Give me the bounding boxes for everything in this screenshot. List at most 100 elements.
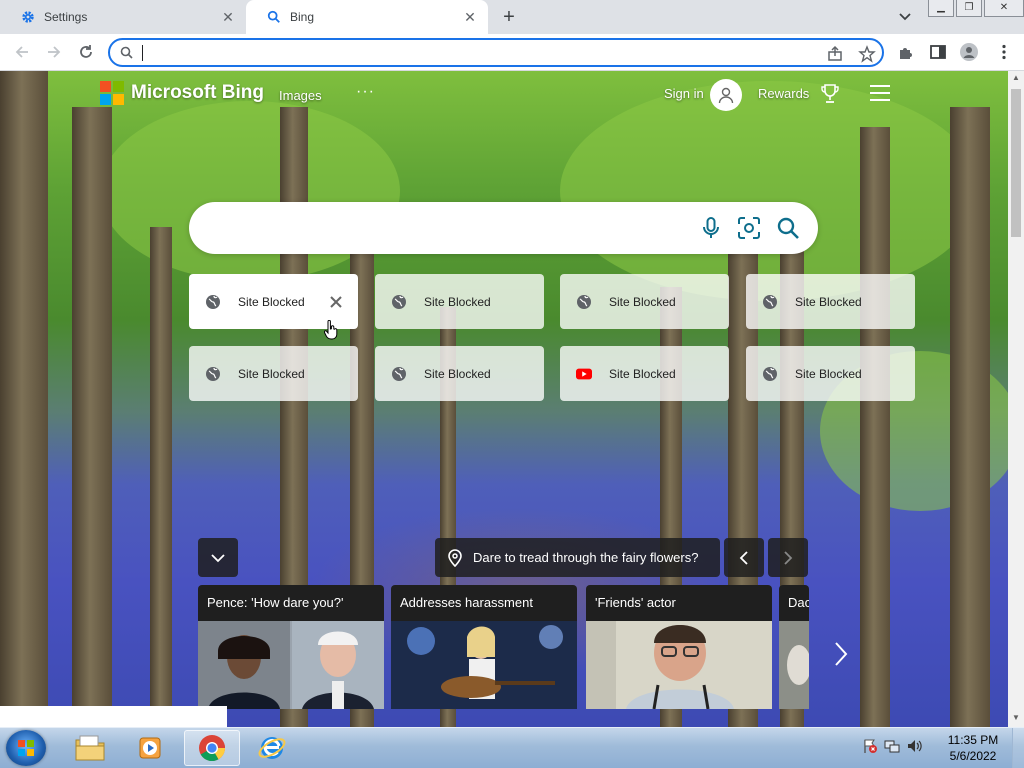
tile-label: Site Blocked: [609, 366, 676, 381]
tile-label: Site Blocked: [424, 294, 491, 309]
news-card[interactable]: Addresses harassment: [391, 585, 577, 709]
restore-button[interactable]: ❐: [956, 0, 982, 17]
tile-label: Site Blocked: [795, 294, 862, 309]
tile-label: Site Blocked: [795, 366, 862, 381]
remove-tile-icon[interactable]: [328, 294, 344, 310]
user-avatar-icon[interactable]: [710, 79, 742, 111]
quick-link-tile[interactable]: Site Blocked: [375, 274, 544, 329]
youtube-icon: [576, 366, 592, 382]
bing-logo[interactable]: Microsoft Bing: [100, 81, 264, 105]
scroll-down-arrow-icon[interactable]: ▼: [1012, 713, 1020, 722]
internet-explorer-taskbar-icon[interactable]: [244, 730, 300, 766]
extensions-puzzle-icon[interactable]: [897, 43, 915, 61]
profile-icon[interactable]: [960, 43, 978, 61]
previous-image-button[interactable]: [724, 538, 764, 577]
globe-icon: [762, 366, 778, 382]
rewards-link[interactable]: Rewards: [758, 86, 809, 101]
visual-search-icon[interactable]: [737, 216, 761, 240]
news-card[interactable]: Dac: [779, 585, 809, 709]
news-image: [586, 621, 772, 709]
tab-settings[interactable]: Settings ✕: [0, 0, 246, 34]
status-bubble: [0, 706, 227, 727]
tab-search-chevron-icon[interactable]: [896, 8, 914, 26]
page-scrollbar[interactable]: ▲ ▼: [1008, 71, 1024, 727]
brand-name: Microsoft Bing: [131, 82, 264, 103]
minimize-button[interactable]: ▁: [928, 0, 954, 17]
news-image: [391, 621, 577, 709]
quick-link-tile[interactable]: Site Blocked: [746, 346, 915, 401]
tree-trunk: [860, 127, 890, 727]
share-icon[interactable]: [826, 45, 844, 63]
file-explorer-taskbar-icon[interactable]: [62, 730, 118, 766]
collapse-feed-button[interactable]: [198, 538, 238, 577]
globe-icon: [391, 366, 407, 382]
search-box[interactable]: [189, 202, 818, 254]
window-close-button[interactable]: ✕: [984, 0, 1024, 17]
reload-icon[interactable]: [76, 42, 96, 62]
chrome-taskbar-icon[interactable]: [184, 730, 240, 766]
nav-images-link[interactable]: Images: [279, 88, 322, 103]
address-bar[interactable]: [108, 38, 884, 67]
globe-icon: [205, 294, 221, 310]
media-player-taskbar-icon[interactable]: [122, 730, 178, 766]
tile-label: Site Blocked: [609, 294, 676, 309]
system-clock[interactable]: 11:35 PM 5/6/2022: [944, 732, 1002, 764]
search-icon: [119, 45, 137, 63]
tab-title: Bing: [290, 10, 315, 24]
volume-icon[interactable]: [906, 738, 922, 754]
nav-more-button[interactable]: ···: [356, 83, 375, 101]
quick-link-tile[interactable]: Site Blocked: [560, 274, 729, 329]
news-headline: 'Friends' actor: [595, 595, 676, 610]
scroll-up-arrow-icon[interactable]: ▲: [1012, 73, 1020, 82]
text-caret: [142, 45, 143, 61]
news-headline: Addresses harassment: [400, 595, 533, 610]
new-tab-button[interactable]: +: [498, 6, 520, 28]
tab-bing[interactable]: Bing ✕: [246, 0, 488, 34]
news-headline: Pence: 'How dare you?': [207, 595, 344, 610]
location-pin-icon: [447, 548, 463, 567]
sign-in-link[interactable]: Sign in: [664, 86, 704, 101]
microsoft-logo-icon: [100, 81, 124, 105]
news-headline: Dac: [788, 595, 809, 610]
browser-toolbar: [0, 34, 1024, 71]
side-panel-icon[interactable]: [929, 43, 947, 61]
background-foliage: [560, 81, 980, 301]
caption-text: Dare to tread through the fairy flowers?: [473, 550, 699, 565]
microphone-icon[interactable]: [699, 216, 723, 240]
start-button[interactable]: [6, 730, 46, 766]
news-image: [198, 621, 384, 709]
gear-icon: [20, 9, 36, 25]
globe-icon: [391, 294, 407, 310]
close-tab-icon[interactable]: ✕: [220, 9, 236, 25]
clock-time: 11:35 PM: [947, 733, 999, 747]
tab-strip: Settings ✕ Bing ✕ + ▁ ❐ ✕: [0, 0, 1024, 34]
kebab-menu-icon[interactable]: [995, 43, 1013, 61]
tree-trunk: [150, 227, 172, 727]
forward-arrow-icon[interactable]: [44, 42, 64, 62]
news-image: [779, 621, 809, 709]
action-center-flag-icon[interactable]: [862, 738, 878, 754]
news-next-chevron-icon[interactable]: [834, 641, 848, 674]
globe-icon: [762, 294, 778, 310]
tree-trunk: [950, 107, 990, 727]
tile-label: Site Blocked: [238, 294, 305, 309]
quick-link-tile[interactable]: Site Blocked: [189, 346, 358, 401]
scrollbar-thumb[interactable]: [1011, 89, 1021, 237]
quick-link-tile[interactable]: Site Blocked: [375, 346, 544, 401]
trophy-icon[interactable]: [820, 83, 840, 105]
back-arrow-icon[interactable]: [12, 42, 32, 62]
bookmark-star-icon[interactable]: [858, 45, 876, 63]
image-caption[interactable]: Dare to tread through the fairy flowers?: [435, 538, 720, 577]
news-card[interactable]: Pence: 'How dare you?': [198, 585, 384, 709]
news-card[interactable]: 'Friends' actor: [586, 585, 772, 709]
search-submit-icon[interactable]: [776, 216, 800, 240]
close-tab-icon[interactable]: ✕: [462, 9, 478, 25]
show-desktop-button[interactable]: [1012, 728, 1024, 768]
quick-link-tile[interactable]: Site Blocked: [746, 274, 915, 329]
hamburger-menu-icon[interactable]: [870, 85, 890, 101]
network-icon[interactable]: [884, 738, 900, 754]
next-image-button[interactable]: [768, 538, 808, 577]
globe-icon: [576, 294, 592, 310]
tree-trunk: [0, 71, 48, 727]
quick-link-tile[interactable]: Site Blocked: [560, 346, 729, 401]
